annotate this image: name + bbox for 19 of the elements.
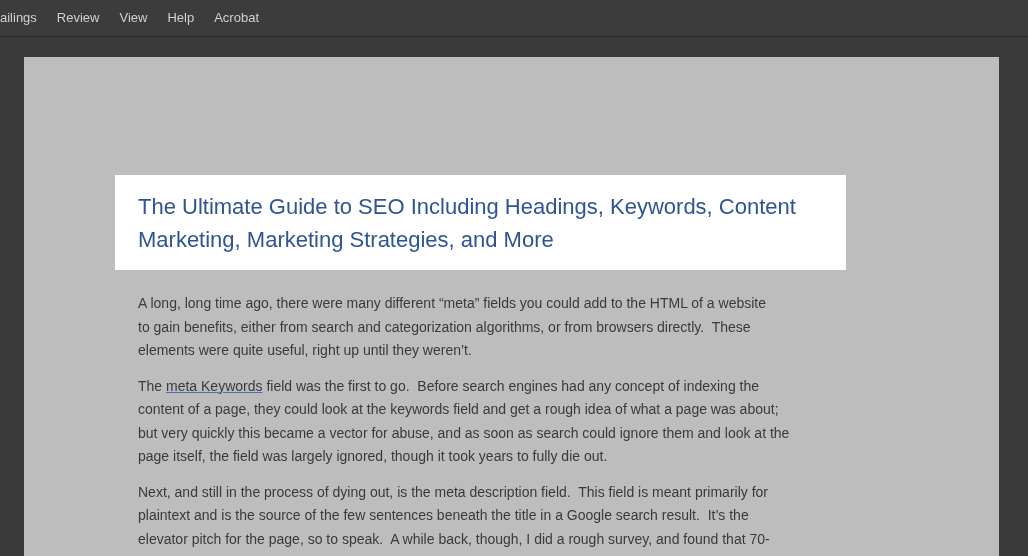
menu-tab[interactable]: Acrobat xyxy=(214,8,259,28)
document-title: Marketing, Marketing Strategies, and More xyxy=(138,225,555,254)
paragraph-line: elevator pitch for the page, so to speak. A while back, though, I did a rough survey, and found that 70- xyxy=(138,529,771,549)
document-title: The Ultimate Guide to SEO Including Headings, Keywords, Content xyxy=(138,192,797,221)
menu-tab[interactable]: View xyxy=(119,8,148,28)
paragraph-line: plaintext and is the source of the few sentences beneath the title in a Google search result. It’s the xyxy=(138,506,750,526)
paragraph-line: content of a page, they could look at the keywords field and get a rough idea of what a page was about; xyxy=(138,400,780,420)
menu-tab[interactable]: ailings xyxy=(0,8,37,28)
menu-tab[interactable]: Help xyxy=(167,8,195,28)
paragraph-line: page itself, the field was largely ignored, though it took years to fully die out. xyxy=(138,447,609,467)
paragraph-line: to gain benefits, either from search and categorization algorithms, or from browsers directly. These xyxy=(138,317,752,337)
menu-tab[interactable]: Review xyxy=(56,8,100,28)
paragraph-text: The xyxy=(138,376,164,396)
paragraph-line: A long, long time ago, there were many different “meta” fields you could add to the HTML of a website xyxy=(138,294,767,314)
paragraph-line: elements were quite useful, right up until they weren’t. xyxy=(138,341,473,361)
paragraph-text: field was the first to go. Before search engines had any concept of indexing the xyxy=(265,376,760,396)
paragraph-line: Next, and still in the process of dying out, is the meta description field. This field is meant primarily for xyxy=(138,482,770,502)
link[interactable]: meta Keywords xyxy=(166,375,263,397)
paragraph-line: but very quickly this became a vector for abuse, and as soon as search could ignore them and look at the xyxy=(138,423,791,443)
